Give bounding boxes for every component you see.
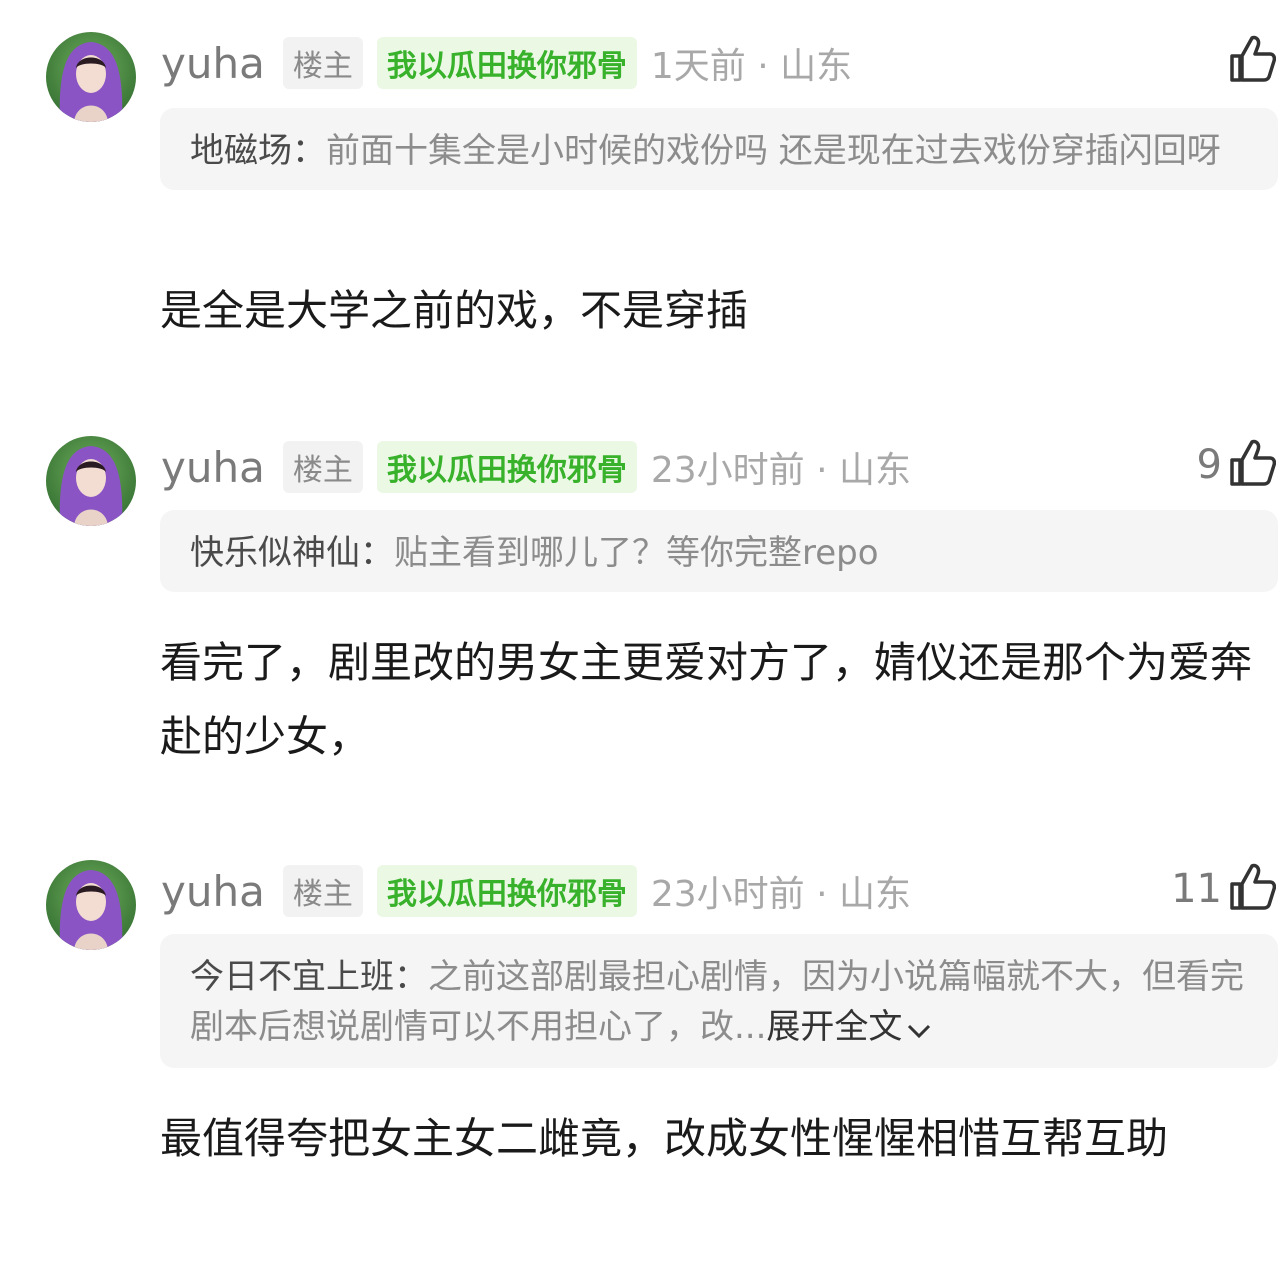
like-button[interactable]: 9 bbox=[1196, 438, 1277, 492]
username[interactable]: yuha bbox=[161, 867, 265, 916]
quote-text: 前面十集全是小时候的戏份吗 还是现在过去戏份穿插闪回呀 bbox=[326, 131, 1221, 171]
chevron-down-icon bbox=[906, 1004, 932, 1054]
group-badge[interactable]: 我以瓜田换你邪骨 bbox=[376, 37, 637, 89]
quote-author[interactable]: 今日不宜上班： bbox=[190, 957, 428, 997]
username[interactable]: yuha bbox=[161, 39, 265, 88]
thumbs-up-icon bbox=[1228, 34, 1277, 88]
comment-header: yuha 楼主 我以瓜田换你邪骨 23小时前 · 山东 bbox=[161, 441, 911, 493]
quoted-comment[interactable]: 快乐似神仙：贴主看到哪儿了？等你完整repo bbox=[160, 510, 1278, 592]
host-badge: 楼主 bbox=[282, 865, 363, 917]
reply-text: 看完了，剧里改的男女主更爱对方了，婧仪还是那个为爱奔赴的少女， bbox=[160, 638, 1253, 761]
thumbs-up-icon bbox=[1228, 438, 1277, 492]
thumbs-up-icon bbox=[1228, 862, 1277, 916]
group-badge[interactable]: 我以瓜田换你邪骨 bbox=[376, 865, 637, 917]
username[interactable]: yuha bbox=[161, 443, 265, 492]
avatar[interactable] bbox=[46, 860, 136, 950]
host-badge: 楼主 bbox=[282, 37, 363, 89]
expand-label: 展开全文 bbox=[766, 1007, 903, 1047]
expand-full-text-link[interactable]: 展开全文 bbox=[766, 1007, 932, 1047]
avatar[interactable] bbox=[46, 32, 136, 122]
like-button[interactable] bbox=[1222, 34, 1277, 88]
timestamp-location: 23小时前 · 山东 bbox=[650, 874, 911, 915]
quoted-comment[interactable]: 地磁场：前面十集全是小时候的戏份吗 还是现在过去戏份穿插闪回呀 bbox=[160, 108, 1278, 190]
like-count: 11 bbox=[1171, 866, 1222, 912]
reply-text: 最值得夸把女主女二雌竟，改成女性惺惺相惜互帮互助 bbox=[160, 1114, 1169, 1163]
quote-author[interactable]: 地磁场： bbox=[190, 131, 326, 171]
comment-header: yuha 楼主 我以瓜田换你邪骨 1天前 · 山东 bbox=[161, 37, 853, 89]
group-badge[interactable]: 我以瓜田换你邪骨 bbox=[376, 441, 637, 493]
timestamp-location: 1天前 · 山东 bbox=[650, 46, 853, 87]
like-button[interactable]: 11 bbox=[1171, 862, 1277, 916]
quote-author[interactable]: 快乐似神仙： bbox=[190, 533, 394, 573]
avatar[interactable] bbox=[46, 436, 136, 526]
quote-text: 贴主看到哪儿了？等你完整repo bbox=[394, 533, 879, 573]
reply-text: 是全是大学之前的戏，不是穿插 bbox=[160, 286, 749, 335]
timestamp-location: 23小时前 · 山东 bbox=[650, 450, 911, 491]
like-count: 9 bbox=[1196, 442, 1222, 488]
host-badge: 楼主 bbox=[282, 441, 363, 493]
comment-header: yuha 楼主 我以瓜田换你邪骨 23小时前 · 山东 bbox=[161, 865, 911, 917]
quoted-comment[interactable]: 今日不宜上班：之前这部剧最担心剧情，因为小说篇幅就不大，但看完剧本后想说剧情可以… bbox=[160, 934, 1278, 1068]
